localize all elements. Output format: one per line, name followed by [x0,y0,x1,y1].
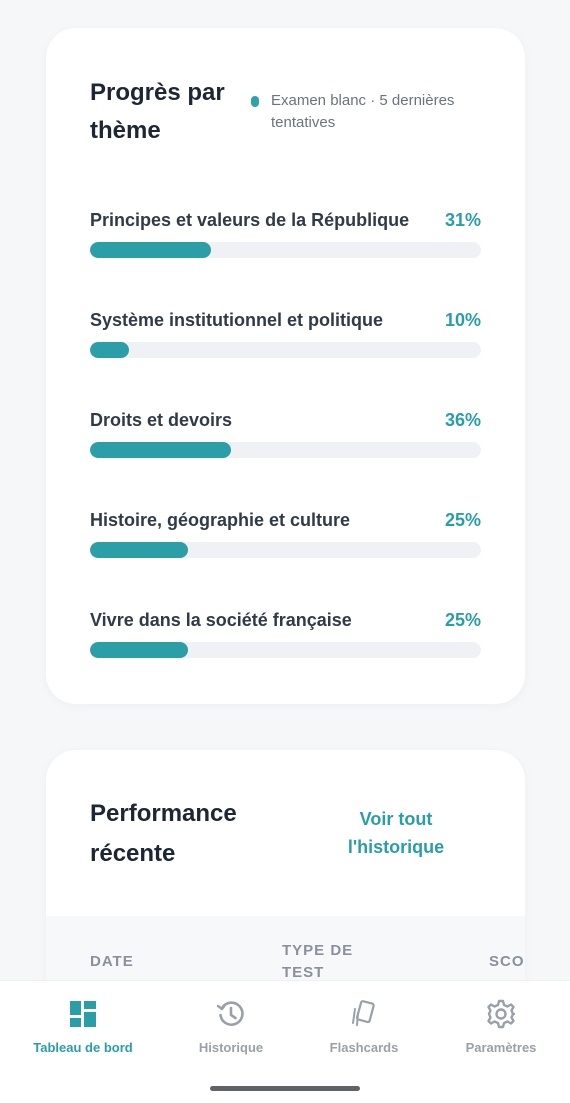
nav-label-history: Historique [198,1040,264,1055]
view-history-link[interactable]: Voir tout l'historique [336,805,456,861]
theme-row: Vivre dans la société française 25% [90,608,481,658]
nav-label-dashboard: Tableau de bord [33,1040,133,1055]
progress-bar-fill [90,642,188,658]
nav-tab-flashcards[interactable]: Flashcards [299,999,429,1055]
theme-label: Vivre dans la société française [90,610,352,630]
progress-bar-fill [90,342,130,358]
legend-text: Examen blanc · 5 dernières tentatives [271,92,455,131]
theme-percent: 10% [444,310,481,330]
history-icon [216,1001,244,1026]
progress-title: Progrès par thème [90,79,225,144]
column-header-test-type[interactable]: TYPE DE TEST [282,940,372,984]
performance-title: Performance récente [90,800,237,867]
progress-bar-fill [90,442,231,458]
dashboard-icon [70,1001,96,1027]
progress-bar-fill [90,542,188,558]
progress-bar-track [90,542,481,558]
theme-label: Histoire, géographie et culture [90,510,351,530]
legend-dot-icon [251,96,259,107]
nav-tab-settings[interactable]: Paramètres [436,999,566,1055]
nav-tab-history[interactable]: Historique [166,999,296,1055]
progress-bar-fill [90,242,212,258]
nav-label-settings: Paramètres [465,1040,537,1055]
column-header-date[interactable]: DATE [90,951,134,973]
theme-row: Histoire, géographie et culture 25% [90,508,481,558]
progress-bar-track [90,442,481,458]
nav-tab-dashboard[interactable]: Tableau de bord [18,999,148,1055]
theme-percent: 25% [444,610,481,630]
nav-label-flashcards: Flashcards [329,1040,399,1055]
theme-row: Principes et valeurs de la République 31… [90,208,481,258]
theme-label: Droits et devoirs [90,410,233,430]
progress-card: Progrès par thème Examen blanc · 5 derni… [46,28,525,704]
progress-bar-track [90,642,481,658]
progress-bar-track [90,342,481,358]
column-header-score[interactable]: SCO [489,951,525,973]
theme-percent: 25% [444,510,481,530]
theme-percent: 36% [444,410,481,430]
gear-icon [487,999,516,1029]
bottom-navigation: Tableau de bord Historique Flashcards Pa… [0,980,570,1103]
progress-bar-track [90,242,481,258]
home-indicator[interactable] [210,1086,360,1091]
theme-percent: 31% [444,210,481,230]
theme-label: Principes et valeurs de la République [90,210,410,230]
theme-row: Droits et devoirs 36% [90,408,481,458]
flashcards-icon [352,1000,375,1026]
theme-label: Système institutionnel et politique [90,310,384,330]
progress-legend: Examen blanc · 5 dernières tentatives [251,90,491,134]
theme-row: Système institutionnel et politique 10% [90,308,481,358]
